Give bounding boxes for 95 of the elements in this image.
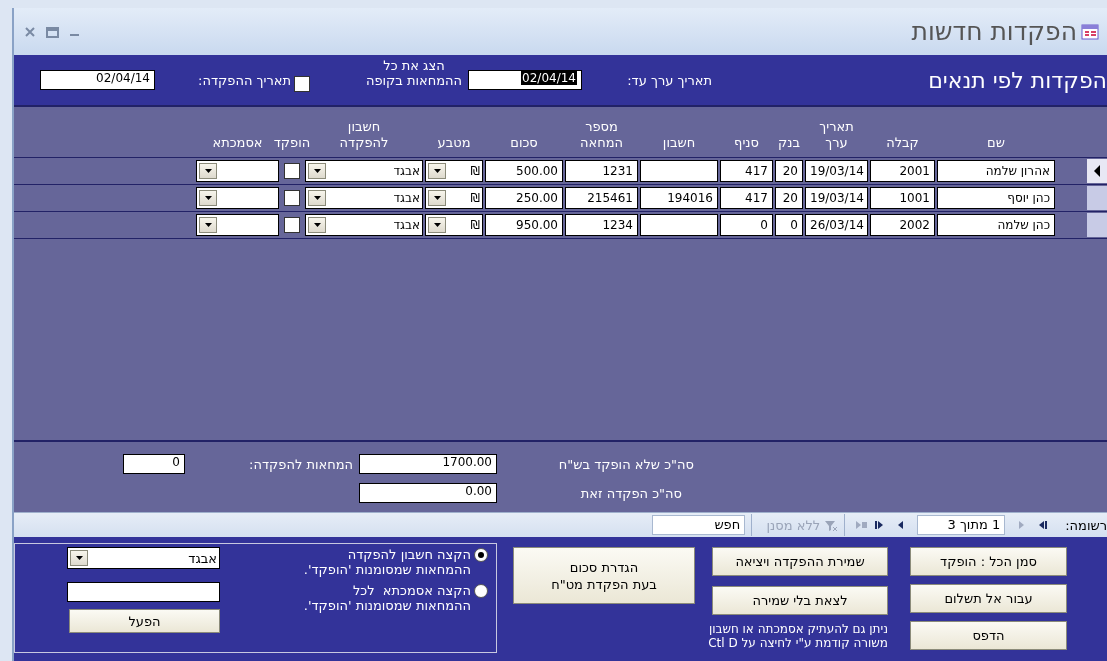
- column-header: סכום: [510, 135, 538, 152]
- table-cell[interactable]: 2002: [870, 214, 935, 236]
- checkbox[interactable]: [294, 76, 310, 92]
- current-row-icon: [1092, 164, 1102, 178]
- column-header: שם: [987, 135, 1005, 152]
- currency-dropdown[interactable]: ₪: [425, 160, 483, 182]
- table-cell[interactable]: [640, 214, 718, 236]
- row-selector[interactable]: [1087, 159, 1107, 183]
- apply-button[interactable]: הפעל: [69, 609, 220, 633]
- button[interactable]: סמן הכל : הופקד: [910, 547, 1067, 576]
- dropdown-button[interactable]: [308, 190, 326, 206]
- label: סה"כ שלא הופקד בש"ח: [557, 456, 694, 472]
- radio-option[interactable]: הקצה אסמכתא לכל ההמחאות שמסומנות 'הופקד'.: [248, 583, 488, 613]
- table-cell[interactable]: 1234: [565, 214, 638, 236]
- form-icon: [1081, 22, 1099, 41]
- dropdown-button[interactable]: [308, 217, 326, 233]
- restore-icon[interactable]: [46, 25, 59, 38]
- table-cell[interactable]: 2001: [870, 160, 935, 182]
- button[interactable]: שמירת ההפקדה ויציאה: [712, 547, 888, 576]
- checkbox[interactable]: [284, 163, 300, 179]
- currency-dropdown[interactable]: ₪: [425, 187, 483, 209]
- label: תאריך ערך עד:: [626, 72, 712, 88]
- column-header: תאריך ערך: [819, 119, 854, 152]
- label: הצג את כל ההמחאות בקופה: [364, 58, 464, 88]
- table-cell[interactable]: 19/03/14: [805, 187, 868, 209]
- radio-option[interactable]: הקצה חשבון להפקדה ההמחאות שמסומנות 'הופקד'.: [248, 547, 488, 577]
- record-field[interactable]: 1 מתוך 3: [917, 515, 1006, 535]
- table-cell[interactable]: כהן יוסף: [937, 187, 1055, 209]
- column-header: מספר המחאה: [580, 119, 623, 152]
- table-cell[interactable]: 0: [720, 214, 773, 236]
- filter-icon: [824, 518, 839, 532]
- account-dropdown[interactable]: אבגד: [305, 160, 423, 182]
- total-field: 0.00: [359, 483, 497, 503]
- radio-button[interactable]: [474, 548, 488, 562]
- table-cell[interactable]: 417: [720, 160, 773, 182]
- date-field[interactable]: 02/04/14: [40, 70, 155, 90]
- column-header: סניף: [734, 135, 759, 152]
- button[interactable]: עבור אל תשלום: [910, 584, 1067, 613]
- column-header: אסמכתא: [212, 135, 263, 152]
- total-field: 1700.00: [359, 454, 497, 474]
- table-cell[interactable]: 250.00: [485, 187, 563, 209]
- dropdown-button[interactable]: [428, 190, 446, 206]
- radio-button[interactable]: [474, 584, 488, 598]
- search-field[interactable]: חפש: [652, 515, 746, 535]
- note-text: ניתן גם להעתיק אסמכתה או חשבון משורה קודמת ע"י לחיצה על Ctl D: [707, 622, 888, 650]
- column-header: חשבון: [662, 135, 696, 152]
- table-cell[interactable]: [640, 160, 718, 182]
- dropdown-button[interactable]: [70, 550, 88, 566]
- column-header: הופקד: [273, 135, 311, 152]
- table-cell[interactable]: 194016: [640, 187, 718, 209]
- button[interactable]: הדפס: [910, 621, 1067, 650]
- date-field[interactable]: 02/04/14: [468, 70, 582, 90]
- table-cell[interactable]: 0: [775, 214, 803, 236]
- table-cell[interactable]: 950.00: [485, 214, 563, 236]
- account-dropdown[interactable]: אבגד: [67, 547, 220, 569]
- window-title: הפקדות חדשות: [911, 17, 1077, 46]
- label: המחאות להפקדה:: [248, 456, 353, 472]
- column-header: קבלה: [886, 135, 919, 152]
- account-dropdown[interactable]: אבגד: [305, 187, 423, 209]
- table-cell[interactable]: 20: [775, 160, 803, 182]
- label: רשומה:: [1065, 517, 1107, 533]
- table-cell[interactable]: כהן שלמה: [937, 214, 1055, 236]
- dropdown-button[interactable]: [199, 190, 217, 206]
- reference-dropdown[interactable]: [196, 187, 279, 209]
- column-header: חשבון להפקדה: [339, 119, 389, 152]
- table-cell[interactable]: 215461: [565, 187, 638, 209]
- dropdown-button[interactable]: [199, 163, 217, 179]
- dropdown-button[interactable]: [428, 163, 446, 179]
- table-cell[interactable]: 26/03/14: [805, 214, 868, 236]
- reference-dropdown[interactable]: [196, 214, 279, 236]
- form-title: הפקדות לפי תנאים: [927, 67, 1107, 93]
- dropdown-button[interactable]: [199, 217, 217, 233]
- table-cell[interactable]: אהרון שלמה: [937, 160, 1055, 182]
- count-field: 0: [123, 454, 185, 474]
- label: תאריך ההפקדה:: [197, 72, 291, 88]
- currency-dropdown[interactable]: ₪: [425, 214, 483, 236]
- button[interactable]: לצאת בלי שמירה: [712, 586, 888, 615]
- dropdown-button[interactable]: [428, 217, 446, 233]
- table-cell[interactable]: 1231: [565, 160, 638, 182]
- table-cell[interactable]: 500.00: [485, 160, 563, 182]
- label: סה"כ הפקדה זאת: [579, 485, 682, 501]
- button[interactable]: הגדרת סכום בעת הפקדת מט"ח: [513, 547, 695, 604]
- table-cell[interactable]: 417: [720, 187, 773, 209]
- account-dropdown[interactable]: אבגד: [305, 214, 423, 236]
- dropdown-button[interactable]: [308, 163, 326, 179]
- reference-field[interactable]: [67, 582, 220, 602]
- table-cell[interactable]: 19/03/14: [805, 160, 868, 182]
- table-cell[interactable]: 20: [775, 187, 803, 209]
- checkbox[interactable]: [284, 190, 300, 206]
- reference-dropdown[interactable]: [196, 160, 279, 182]
- table-cell[interactable]: 1001: [870, 187, 935, 209]
- column-header: מטבע: [437, 135, 471, 152]
- column-header: בנק: [778, 135, 800, 152]
- close-icon[interactable]: [24, 25, 36, 38]
- checkbox[interactable]: [284, 217, 300, 233]
